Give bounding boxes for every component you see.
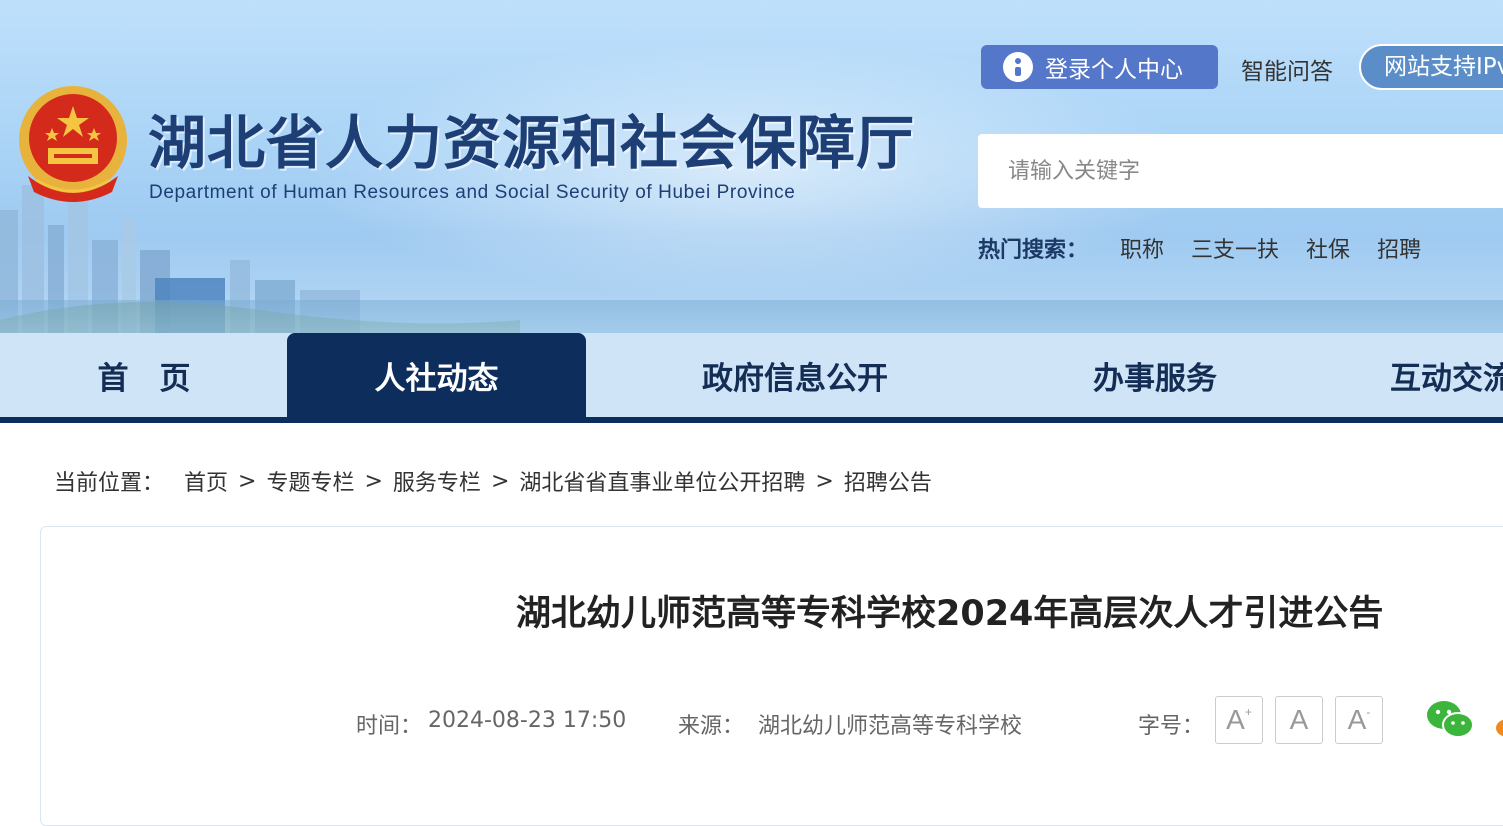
- breadcrumb-separator: >: [238, 468, 257, 494]
- national-emblem-icon: [19, 86, 127, 202]
- article-time-label: 时间：: [356, 714, 423, 739]
- breadcrumb: 当前位置： 首页 > 专题专栏 > 服务专栏 > 湖北省省直事业单位公开招聘 >…: [54, 465, 932, 497]
- breadcrumb-separator: >: [815, 468, 834, 494]
- hot-search-label: 热门搜索：: [978, 238, 1089, 263]
- wechat-share-icon[interactable]: [1426, 700, 1474, 740]
- breadcrumb-separator: >: [364, 468, 383, 494]
- font-default-button[interactable]: A: [1275, 696, 1323, 744]
- user-info-icon: [1003, 52, 1033, 82]
- search-input[interactable]: [978, 134, 1503, 208]
- login-button-label: 登录个人中心: [1045, 57, 1183, 83]
- header-banner: 湖北省人力资源和社会保障厅 Department of Human Resour…: [0, 0, 1503, 333]
- breadcrumb-item-announcement[interactable]: 招聘公告: [844, 465, 932, 497]
- nav-item-interaction[interactable]: 互动交流: [1370, 333, 1503, 417]
- article-source-label: 来源：: [678, 714, 745, 739]
- hot-search-item[interactable]: 职称: [1120, 232, 1164, 264]
- nav-item-home[interactable]: 首 页: [40, 333, 248, 417]
- hot-search-item[interactable]: 三支一扶: [1191, 232, 1279, 264]
- font-size-label: 字号：: [1138, 714, 1205, 739]
- nav-item-services[interactable]: 办事服务: [1030, 333, 1280, 417]
- article-title: 湖北幼儿师范高等专科学校2024年高层次人才引进公告: [516, 594, 1384, 634]
- font-button-letter: A: [1289, 704, 1309, 735]
- main-nav: 首 页 人社动态 政府信息公开 办事服务 互动交流: [0, 333, 1503, 417]
- font-increase-button[interactable]: A +: [1215, 696, 1263, 744]
- site-title: 湖北省人力资源和社会保障厅: [148, 109, 916, 177]
- ipv6-support-button[interactable]: 网站支持IPv6: [1359, 44, 1503, 90]
- breadcrumb-item-service-column[interactable]: 服务专栏: [393, 465, 481, 497]
- breadcrumb-separator: >: [490, 468, 510, 494]
- breadcrumb-item-topics[interactable]: 专题专栏: [266, 465, 354, 497]
- nav-item-gov-info[interactable]: 政府信息公开: [640, 333, 950, 417]
- site-subtitle: Department of Human Resources and Social…: [149, 182, 796, 203]
- nav-item-hrss-news[interactable]: 人社动态: [287, 333, 586, 417]
- breadcrumb-item-recruitment[interactable]: 湖北省省直事业单位公开招聘: [519, 465, 805, 497]
- breadcrumb-item-home[interactable]: 首页: [184, 465, 228, 497]
- weibo-share-icon[interactable]: [1494, 710, 1503, 738]
- font-button-letter: A: [1226, 704, 1245, 735]
- article-source: 湖北幼儿师范高等专科学校: [758, 714, 1023, 739]
- article-time: 2024-08-23 17:50: [428, 708, 627, 733]
- hot-search-item[interactable]: 社保: [1306, 232, 1350, 264]
- article-card: [40, 526, 1503, 826]
- plus-icon: +: [1244, 705, 1252, 719]
- minus-icon: -: [1366, 705, 1371, 719]
- smart-qa-link[interactable]: 智能问答: [1241, 52, 1333, 86]
- hot-search: 热门搜索： 职称 三支一扶 社保 招聘: [978, 232, 1448, 264]
- breadcrumb-label: 当前位置：: [54, 471, 165, 496]
- nav-divider: [0, 417, 1503, 423]
- font-button-letter: A: [1347, 704, 1367, 735]
- search-box: [978, 134, 1503, 208]
- hot-search-item[interactable]: 招聘: [1377, 232, 1421, 264]
- login-personal-center-button[interactable]: 登录个人中心: [981, 45, 1218, 89]
- font-decrease-button[interactable]: A-: [1335, 696, 1383, 744]
- banner-water: [0, 300, 1503, 333]
